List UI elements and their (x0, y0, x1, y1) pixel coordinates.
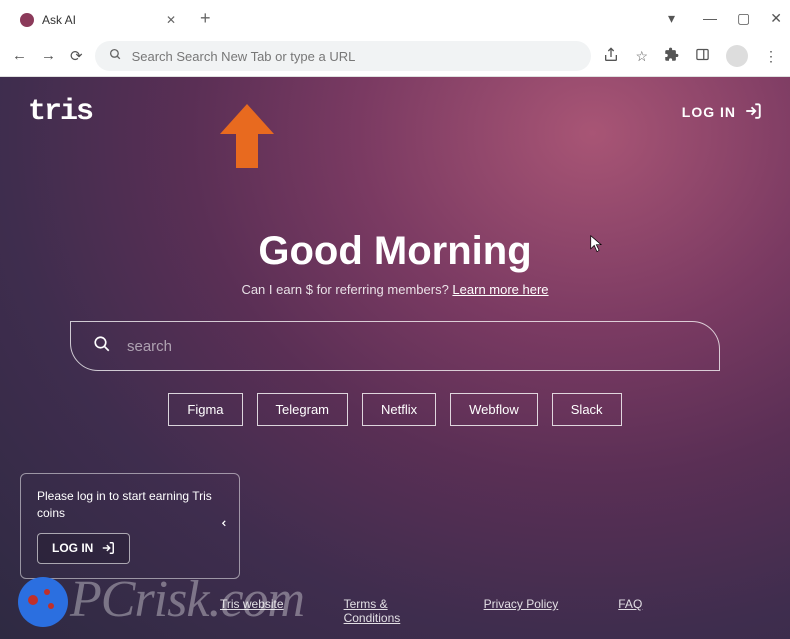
mouse-cursor-icon (590, 235, 604, 253)
logo: tris (28, 95, 92, 129)
window-controls: ▾ ― ▢ ✕ (668, 10, 782, 27)
tab-title: Ask AI (42, 13, 76, 27)
learn-more-link[interactable]: Learn more here (452, 282, 548, 297)
greeting-title: Good Morning (0, 229, 790, 274)
tabs-dropdown-icon[interactable]: ▾ (668, 10, 675, 27)
toast-message: Please log in to start earning Tris coin… (37, 488, 223, 523)
tab-close-icon[interactable]: ✕ (166, 13, 176, 27)
search-bar[interactable] (70, 321, 720, 371)
login-icon (744, 102, 762, 123)
omnibox[interactable]: Search Search New Tab or type a URL (95, 41, 592, 71)
minimize-button[interactable]: ― (703, 10, 717, 26)
subtext: Can I earn $ for referring members? Lear… (0, 282, 790, 297)
quick-link-figma[interactable]: Figma (168, 393, 242, 426)
forward-button[interactable]: → (41, 47, 56, 65)
nav-buttons: ← → ⟳ (12, 47, 83, 65)
subtext-prefix: Can I earn $ for referring members? (241, 282, 452, 297)
search-input[interactable] (127, 338, 697, 355)
watermark-logo-icon (18, 577, 68, 627)
quick-links: Figma Telegram Netflix Webflow Slack (0, 393, 790, 426)
footer-link-terms[interactable]: Terms & Conditions (344, 597, 424, 625)
page-header: tris LOG IN (0, 77, 790, 129)
login-icon (101, 541, 115, 555)
new-tab-button[interactable]: + (200, 8, 211, 29)
profile-avatar-icon[interactable] (726, 45, 748, 67)
back-button[interactable]: ← (12, 47, 27, 65)
login-button[interactable]: LOG IN (682, 102, 762, 123)
tab-favicon-icon (20, 13, 34, 27)
browser-chrome: Ask AI ✕ + ▾ ― ▢ ✕ ← → ⟳ Search Search N… (0, 0, 790, 77)
footer-link-faq[interactable]: FAQ (618, 597, 642, 625)
sidepanel-icon[interactable] (695, 47, 710, 65)
toolbar-icons: ☆ ⋮ (603, 45, 778, 67)
share-icon[interactable] (603, 47, 619, 66)
toast-collapse-icon[interactable] (219, 516, 229, 535)
footer-link-privacy[interactable]: Privacy Policy (484, 597, 559, 625)
browser-tab[interactable]: Ask AI ✕ (8, 4, 188, 36)
login-label: LOG IN (682, 104, 736, 120)
page-content: tris LOG IN Good Morning Can I earn $ fo… (0, 77, 790, 639)
omnibox-placeholder: Search Search New Tab or type a URL (132, 49, 356, 64)
close-window-button[interactable]: ✕ (770, 10, 782, 27)
watermark-text: PCrisk.com (70, 570, 304, 629)
bookmark-star-icon[interactable]: ☆ (635, 48, 648, 65)
titlebar: Ask AI ✕ + ▾ ― ▢ ✕ (0, 0, 790, 36)
reload-button[interactable]: ⟳ (70, 47, 83, 65)
menu-kebab-icon[interactable]: ⋮ (764, 48, 778, 65)
quick-link-webflow[interactable]: Webflow (450, 393, 538, 426)
maximize-button[interactable]: ▢ (737, 10, 750, 27)
quick-link-telegram[interactable]: Telegram (257, 393, 348, 426)
search-icon (109, 48, 122, 64)
hero: Good Morning Can I earn $ for referring … (0, 229, 790, 426)
toast-login-label: LOG IN (52, 540, 93, 557)
toast-login-button[interactable]: LOG IN (37, 533, 130, 564)
quick-link-netflix[interactable]: Netflix (362, 393, 436, 426)
search-icon (93, 335, 111, 358)
annotation-arrow-icon (220, 104, 274, 168)
browser-toolbar: ← → ⟳ Search Search New Tab or type a UR… (0, 36, 790, 76)
quick-link-slack[interactable]: Slack (552, 393, 622, 426)
extensions-icon[interactable] (664, 47, 679, 65)
login-toast: Please log in to start earning Tris coin… (20, 473, 240, 579)
